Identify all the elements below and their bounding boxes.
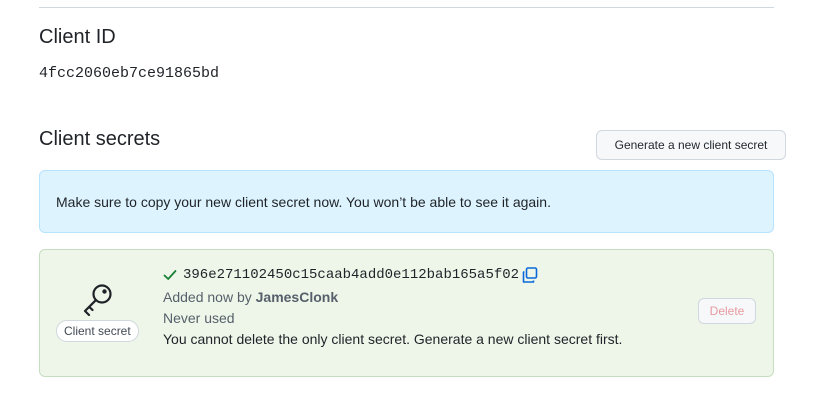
client-secret-added-info: Added now by JamesClonk bbox=[163, 289, 338, 305]
added-by-user: JamesClonk bbox=[255, 289, 339, 305]
copy-secret-notice: Make sure to copy your new client secret… bbox=[39, 170, 774, 233]
client-secret-key-area: Client secret bbox=[56, 282, 139, 342]
client-secret-value: 396e271102450c15caab4add0e112bab165a5f02 bbox=[183, 267, 520, 283]
client-secrets-heading: Client secrets bbox=[39, 128, 161, 150]
client-secret-item: Client secret 396e271102450c15caab4add0e… bbox=[39, 249, 774, 377]
check-icon bbox=[163, 270, 177, 280]
client-secret-label: Client secret bbox=[56, 320, 139, 342]
key-icon bbox=[83, 284, 112, 316]
generate-client-secret-button[interactable]: Generate a new client secret bbox=[596, 130, 786, 160]
client-secret-usage: Never used bbox=[163, 310, 235, 326]
client-id-heading: Client ID bbox=[39, 26, 116, 48]
section-divider bbox=[39, 7, 774, 8]
added-prefix: Added now by bbox=[163, 289, 256, 305]
copy-secret-notice-text: Make sure to copy your new client secret… bbox=[56, 193, 551, 210]
copy-icon[interactable] bbox=[522, 267, 538, 283]
delete-client-secret-button[interactable]: Delete bbox=[698, 298, 756, 324]
delete-warning: You cannot delete the only client secret… bbox=[163, 331, 623, 347]
client-secret-value-row: 396e271102450c15caab4add0e112bab165a5f02 bbox=[163, 267, 538, 283]
client-id-value: 4fcc2060eb7ce91865bd bbox=[39, 65, 220, 82]
